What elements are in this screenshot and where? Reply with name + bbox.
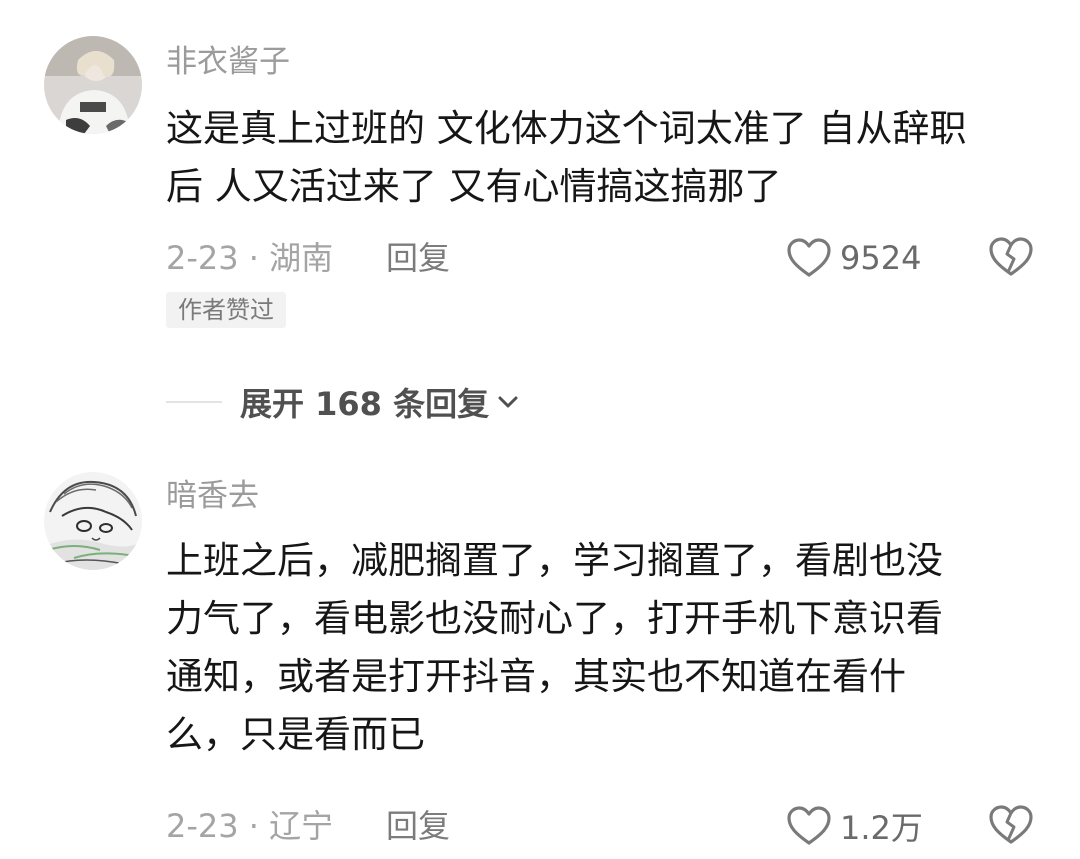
author-liked-badge: 作者赞过 (166, 292, 286, 328)
heart-outline-icon (787, 238, 831, 277)
expand-replies-row: 展开 168 条回复 (166, 378, 523, 426)
avatar-photo-icon (44, 36, 142, 134)
like-count: 9524 (840, 239, 922, 277)
expand-replies-button[interactable]: 展开 168 条回复 (240, 379, 523, 425)
username[interactable]: 非衣酱子 (166, 42, 290, 82)
date-location: 2-23 · 辽宁 (166, 807, 334, 845)
comment-text-line: 上班之后，减肥搁置了，学习搁置了，看剧也没 (166, 539, 943, 582)
comment-text-line: 后 人又活过来了 又有心情搞这搞那了 (166, 165, 782, 208)
date-location: 2-23 · 湖南 (166, 239, 334, 277)
manga-avatar-icon (44, 472, 142, 570)
user-avatar[interactable] (44, 472, 142, 570)
like-button[interactable]: 1.2万 (786, 804, 923, 848)
like-count: 1.2万 (840, 809, 923, 847)
broken-heart-icon (989, 237, 1033, 276)
comment-text-line: 这是真上过班的 文化体力这个词太准了 自从辞职 (166, 107, 967, 150)
comment-item: 暗香去 上班之后，减肥搁置了，学习搁置了，看剧也没 力气了，看电影也没耐心了，打… (0, 450, 1080, 859)
heart-outline-icon (787, 806, 831, 845)
comment-text: 上班之后，减肥搁置了，学习搁置了，看剧也没 力气了，看电影也没耐心了，打开手机下… (166, 532, 1046, 764)
broken-heart-icon (989, 805, 1033, 844)
comment-item: 非衣酱子 这是真上过班的 文化体力这个词太准了 自从辞职 后 人又活过来了 又有… (0, 0, 1080, 340)
dislike-button[interactable] (988, 804, 1034, 848)
username[interactable]: 暗香去 (166, 476, 259, 516)
comment-text: 这是真上过班的 文化体力这个词太准了 自从辞职 后 人又活过来了 又有心情搞这搞… (166, 100, 1046, 216)
user-avatar[interactable] (44, 36, 142, 134)
divider (166, 401, 222, 403)
chevron-down-icon (498, 396, 518, 408)
like-button[interactable]: 9524 (786, 236, 921, 280)
dislike-button[interactable] (988, 236, 1034, 280)
comment-text-line: 力气了，看电影也没耐心了，打开手机下意识看 (166, 597, 943, 640)
reply-button[interactable]: 回复 (386, 806, 450, 846)
reply-button[interactable]: 回复 (386, 238, 450, 278)
expand-replies-label: 展开 168 条回复 (240, 385, 490, 423)
comment-text-line: 通知，或者是打开抖音，其实也不知道在看什 (166, 655, 906, 698)
comment-text-line: 么，只是看而已 (166, 713, 425, 756)
